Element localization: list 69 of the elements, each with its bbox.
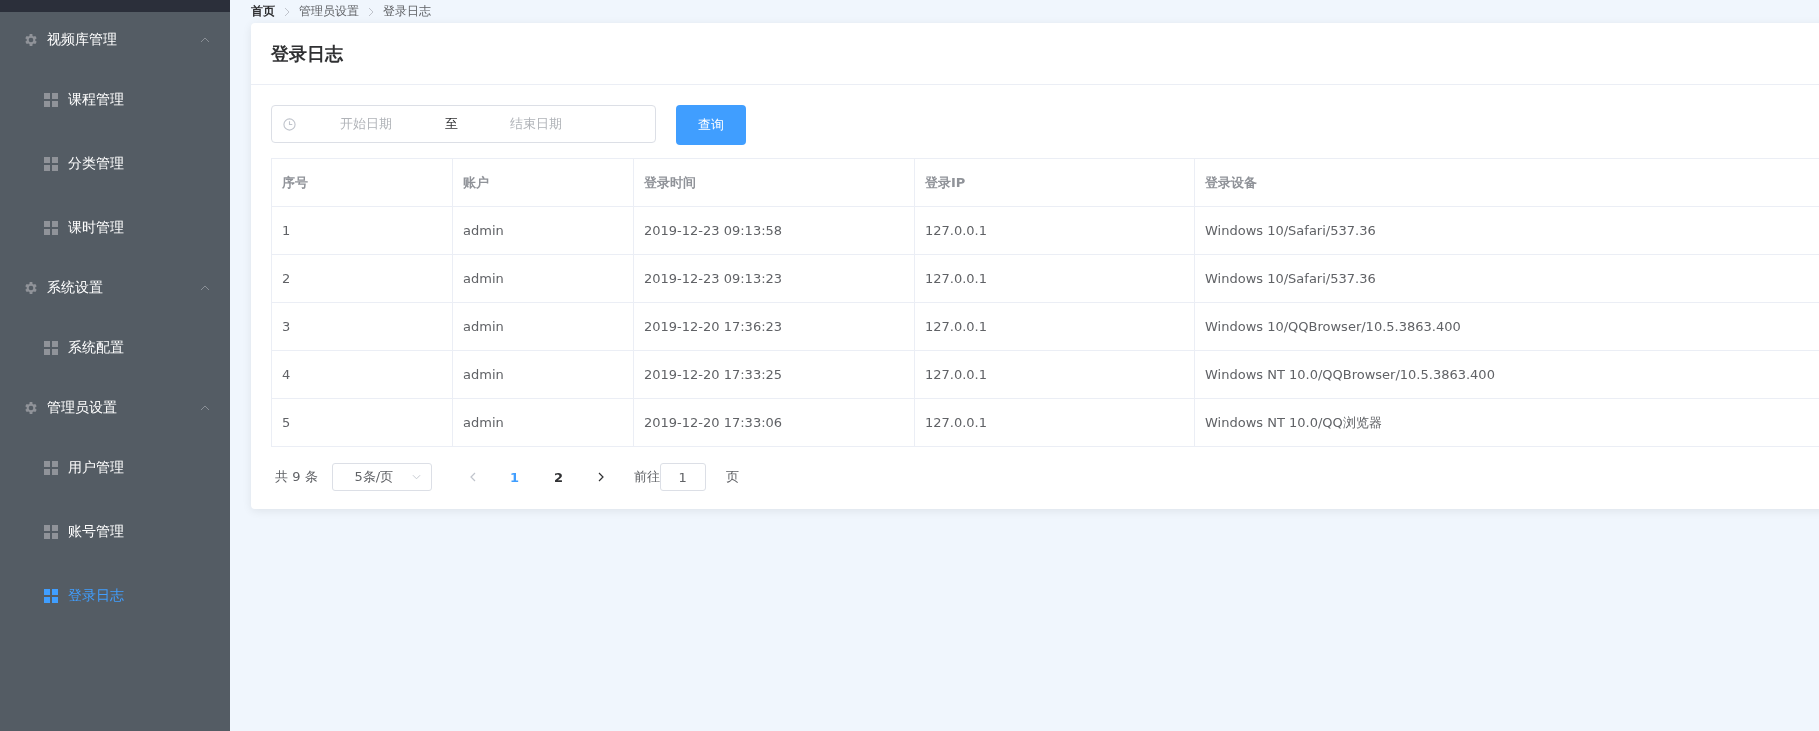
menu-item[interactable]: 课程管理	[0, 68, 230, 132]
grid-icon	[44, 93, 58, 107]
table-cell: admin	[452, 254, 634, 303]
grid-icon	[44, 461, 58, 475]
table-cell: 127.0.0.1	[914, 350, 1195, 399]
table-cell: admin	[452, 398, 634, 447]
date-range-field[interactable]: 开始日期 至 结束日期	[271, 105, 656, 143]
range-separator: 至	[443, 115, 459, 133]
total-count: 共 9 条	[275, 468, 318, 486]
menu-group-label: 视频库管理	[47, 31, 118, 49]
column-header: 账户	[452, 158, 634, 207]
column-header: 登录设备	[1194, 158, 1819, 207]
gear-icon	[23, 280, 39, 296]
menu-group[interactable]: 系统设置	[0, 260, 230, 316]
menu-item[interactable]: 系统配置	[0, 316, 230, 380]
table-cell: 5	[271, 398, 453, 447]
column-header: 登录IP	[914, 158, 1195, 207]
table-cell: 127.0.0.1	[914, 206, 1195, 255]
chevron-icon	[200, 285, 210, 291]
menu-item[interactable]: 账号管理	[0, 500, 230, 564]
grid-icon	[44, 525, 58, 539]
menu-group[interactable]: 视频库管理	[0, 12, 230, 68]
gear-icon	[23, 400, 39, 416]
separator-icon	[368, 6, 374, 17]
clock-icon	[283, 117, 296, 131]
caret-icon	[411, 474, 421, 480]
table-cell: 2019-12-23 09:13:58	[633, 206, 915, 255]
goto-page-field[interactable]: 1	[659, 463, 706, 491]
table-cell: admin	[452, 302, 634, 351]
table-cell: 1	[271, 206, 453, 255]
menu-item[interactable]: 课时管理	[0, 196, 230, 260]
table-cell: 127.0.0.1	[914, 398, 1195, 447]
separator-icon	[284, 6, 290, 17]
column-header: 序号	[271, 158, 453, 207]
column-header: 登录时间	[633, 158, 915, 207]
menu-group-label: 管理员设置	[47, 399, 118, 417]
chevron-icon	[200, 37, 210, 43]
page-size-select[interactable]: 5条/页	[331, 463, 432, 491]
menu-item[interactable]: 分类管理	[0, 132, 230, 196]
page-suffix: 页	[725, 468, 739, 486]
grid-icon	[44, 157, 58, 171]
goto-label: 前往	[633, 468, 660, 486]
table-cell: 127.0.0.1	[914, 302, 1195, 351]
breadcrumb-link[interactable]: 管理员设置	[299, 3, 359, 20]
table-cell: 2019-12-20 17:33:25	[633, 350, 915, 399]
grid-icon	[44, 589, 58, 603]
table-cell: 2	[271, 254, 453, 303]
page-number[interactable]: 2	[543, 469, 574, 485]
next-page-icon[interactable]	[597, 472, 604, 482]
table-cell: 127.0.0.1	[914, 254, 1195, 303]
card-title: 登录日志	[271, 41, 343, 66]
breadcrumb-link[interactable]: 登录日志	[383, 3, 431, 20]
table-cell: 2019-12-23 09:13:23	[633, 254, 915, 303]
menu-group[interactable]: 管理员设置	[0, 380, 230, 436]
menu-group-label: 系统设置	[47, 279, 104, 297]
end-date-placeholder: 结束日期	[509, 115, 563, 133]
breadcrumb-link[interactable]: 首页	[251, 3, 275, 20]
table-cell: 3	[271, 302, 453, 351]
grid-icon	[44, 341, 58, 355]
grid-icon	[44, 221, 58, 235]
table-cell: 4	[271, 350, 453, 399]
chevron-icon	[200, 405, 210, 411]
table-cell: 2019-12-20 17:36:23	[633, 302, 915, 351]
gear-icon	[23, 32, 39, 48]
start-date-placeholder: 开始日期	[339, 115, 393, 133]
table-cell: admin	[452, 350, 634, 399]
menu-item[interactable]: 用户管理	[0, 436, 230, 500]
table-cell: admin	[452, 206, 634, 255]
table-cell: 2019-12-20 17:33:06	[633, 398, 915, 447]
